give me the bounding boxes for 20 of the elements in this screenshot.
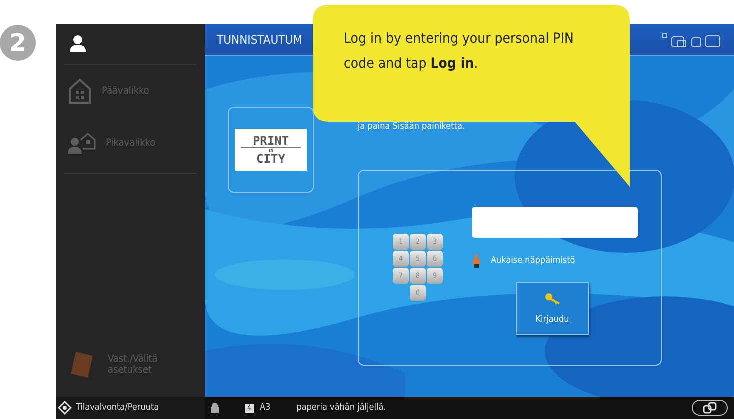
paper-size: A3 — [260, 403, 271, 413]
login-button[interactable]: Kirjaudu — [516, 282, 589, 335]
key-icon — [544, 292, 560, 304]
house-icon — [68, 78, 92, 104]
lock-icon — [211, 403, 219, 413]
pin-field[interactable] — [472, 207, 638, 238]
pointing-hand-icon — [472, 254, 481, 268]
window-icons — [662, 32, 722, 48]
book-icon — [70, 351, 94, 379]
person-house-icon — [68, 132, 96, 154]
screen-title: TUNNISTAUTUM — [217, 32, 302, 46]
step-number: 2 — [0, 25, 36, 61]
status-message: paperia vähän jäljellä. — [296, 403, 386, 413]
user-icon — [69, 35, 87, 53]
device-status-button[interactable] — [692, 400, 728, 416]
instruction-text: ja paina Sisään painiketta. — [358, 122, 466, 132]
keyboard-hint[interactable]: Aukaise näppäimistö — [491, 256, 576, 266]
chain-icon — [703, 402, 717, 414]
callout-text: Log in by entering your personal PIN code and tap Log in. — [344, 30, 575, 74]
diamond-icon — [58, 401, 72, 415]
